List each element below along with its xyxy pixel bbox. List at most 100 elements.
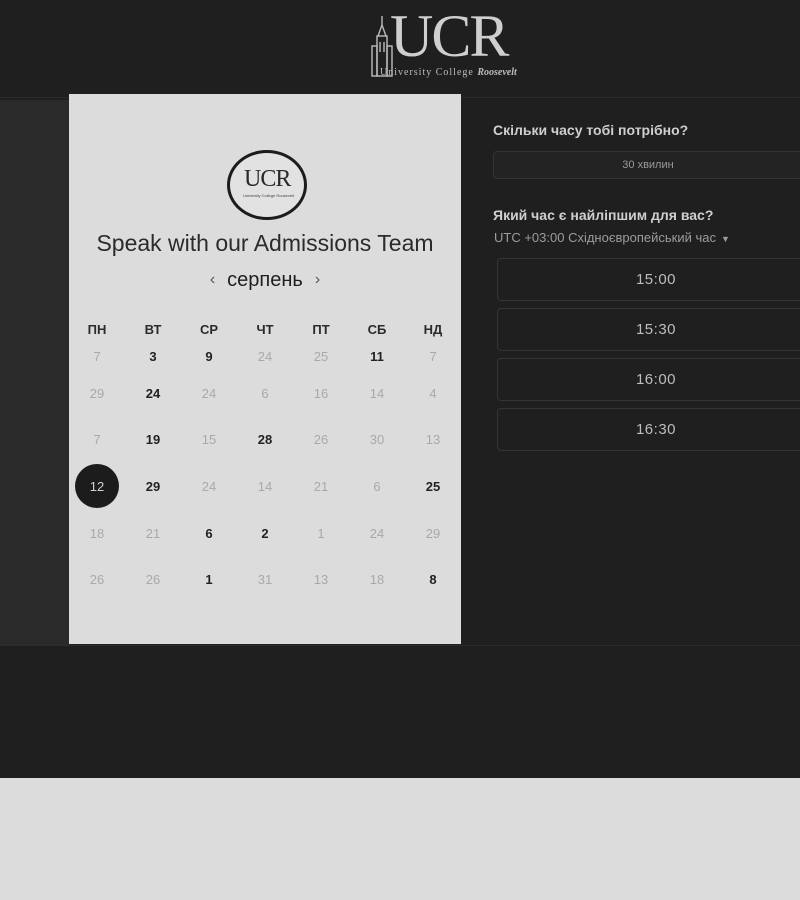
calendar-day-unavailable: 4 xyxy=(405,370,461,417)
calendar-day-number: 21 xyxy=(145,525,161,541)
calendar-day-unavailable: 31 xyxy=(237,556,293,603)
calendar-day-unavailable: 16 xyxy=(293,370,349,417)
timezone-dropdown[interactable]: UTC +03:00 Східноєвропейський час ▼ xyxy=(494,230,730,245)
calendar-day-number: 7 xyxy=(93,432,101,448)
time-question: Який час є найліпшим для вас? xyxy=(493,207,714,223)
time-slot-label: 15:00 xyxy=(635,271,677,288)
calendar-day-number: 14 xyxy=(369,385,385,401)
calendar-day-selected[interactable]: 12 xyxy=(69,463,125,510)
calendar-day-number: 28 xyxy=(257,432,273,448)
time-slot-label: 15:30 xyxy=(635,321,677,338)
calendar-day-number: 1 xyxy=(317,525,325,541)
calendar-day-unavailable: 25 xyxy=(293,342,349,370)
calendar-week-row: 26 26 1 31 13 18 8 xyxy=(69,556,461,603)
calendar-day-unavailable: 24 xyxy=(237,342,293,370)
calendar-day-unavailable: 1 xyxy=(293,510,349,557)
calendar-day-unavailable: 29 xyxy=(405,510,461,557)
calendar-day-available[interactable]: 19 xyxy=(125,417,181,464)
calendar-day-available[interactable]: 6 xyxy=(181,510,237,557)
calendar-day-unavailable: 14 xyxy=(237,463,293,510)
calendar-day-number: 29 xyxy=(145,478,161,494)
calendar-day-number: 6 xyxy=(205,525,213,541)
calendar-day-number: 25 xyxy=(425,478,441,494)
calendar-day-available[interactable]: 24 xyxy=(125,370,181,417)
calendar-day-number: 19 xyxy=(145,432,161,448)
ucr-badge-logo: UCR University College Roosevelt xyxy=(227,150,307,220)
calendar-day-available[interactable]: 1 xyxy=(181,556,237,603)
time-slot-button[interactable]: 16:00 xyxy=(497,358,800,401)
calendar-day-number: 16 xyxy=(313,385,329,401)
calendar-day-number: 29 xyxy=(425,525,441,541)
timezone-label: UTC +03:00 Східноєвропейський час xyxy=(494,230,716,245)
duration-question: Скільки часу тобі потрібно? xyxy=(493,122,689,138)
calendar-day-number: 18 xyxy=(89,525,105,541)
calendar-day-unavailable: 24 xyxy=(181,463,237,510)
calendar-days: 7 3 9 24 25 11 7 29 24 24 6 16 14 4 7 19 15 28 26 30 13 12 29 2… xyxy=(69,342,461,603)
calendar-grid: ПН ВТ СР ЧТ ПТ СБ НД 7 3 9 24 25 11 7 29 24 24 6 16 14 4 7 19… xyxy=(69,316,461,603)
calendar-day-number: 26 xyxy=(313,432,329,448)
lower-dark-band xyxy=(0,645,800,779)
calendar-day-unavailable: 6 xyxy=(237,370,293,417)
calendar-day-number: 30 xyxy=(369,432,385,448)
calendar-week-row: 29 24 24 6 16 14 4 xyxy=(69,370,461,417)
calendar-day-unavailable: 7 xyxy=(405,342,461,370)
month-label: серпень xyxy=(227,269,303,291)
calendar-day-number: 1 xyxy=(205,572,213,588)
calendar-day-number: 18 xyxy=(369,572,385,588)
calendar-day-unavailable: 13 xyxy=(405,417,461,464)
ucr-logo[interactable]: UCR University College Roosevelt xyxy=(368,6,558,82)
calendar-day-number: 24 xyxy=(201,478,217,494)
time-slot-button[interactable]: 16:30 xyxy=(497,408,800,451)
calendar-day-number: 15 xyxy=(201,432,217,448)
calendar-day-unavailable: 18 xyxy=(69,510,125,557)
calendar-day-available[interactable]: 8 xyxy=(405,556,461,603)
calendar-day-available[interactable]: 25 xyxy=(405,463,461,510)
calendar-day-unavailable: 24 xyxy=(181,370,237,417)
calendar-day-number: 24 xyxy=(201,385,217,401)
calendar-day-unavailable: 15 xyxy=(181,417,237,464)
calendar-day-number: 24 xyxy=(369,525,385,541)
calendar-day-unavailable: 26 xyxy=(293,417,349,464)
calendar-card: UCR University College Roosevelt Speak w… xyxy=(69,94,461,644)
calendar-day-unavailable: 13 xyxy=(293,556,349,603)
time-slot-label: 16:00 xyxy=(635,371,677,388)
calendar-week-row: 18 21 6 2 1 24 29 xyxy=(69,510,461,557)
calendar-day-unavailable: 24 xyxy=(349,510,405,557)
calendar-day-unavailable: 6 xyxy=(349,463,405,510)
calendar-day-number: 26 xyxy=(89,572,105,588)
calendar-day-unavailable: 26 xyxy=(69,556,125,603)
time-slot-button[interactable]: 15:00 xyxy=(497,258,800,301)
calendar-day-available[interactable]: 28 xyxy=(237,417,293,464)
calendar-day-available[interactable]: 9 xyxy=(181,342,237,370)
calendar-day-number: 6 xyxy=(261,385,269,401)
calendar-day-unavailable: 29 xyxy=(69,370,125,417)
badge-subtitle: University College Roosevelt xyxy=(243,193,295,198)
calendar-day-number: 2 xyxy=(261,525,269,541)
calendar-day-number: 13 xyxy=(313,572,329,588)
logo-subtitle: University College Roosevelt xyxy=(380,67,517,78)
calendar-day-number: 14 xyxy=(257,478,273,494)
calendar-day-number: 12 xyxy=(75,464,119,509)
calendar-day-number: 31 xyxy=(257,572,273,588)
calendar-day-number: 6 xyxy=(373,478,381,494)
logo-subtitle-italic: Roosevelt xyxy=(477,67,517,78)
site-header: UCR University College Roosevelt xyxy=(0,0,800,98)
page-title: Speak with our Admissions Team xyxy=(96,230,434,256)
time-slot-button[interactable]: 15:30 xyxy=(497,308,800,351)
calendar-day-unavailable: 30 xyxy=(349,417,405,464)
calendar-week-row: 12 29 24 14 21 6 25 xyxy=(69,463,461,510)
calendar-day-unavailable: 18 xyxy=(349,556,405,603)
calendar-day-available[interactable]: 3 xyxy=(125,342,181,370)
calendar-day-available[interactable]: 2 xyxy=(237,510,293,557)
chevron-left-icon[interactable]: ‹ xyxy=(210,271,215,289)
left-side-strip xyxy=(0,100,69,645)
logo-text: UCR xyxy=(390,3,509,69)
duration-select[interactable]: 30 хвилин xyxy=(493,151,800,179)
chevron-right-icon[interactable]: › xyxy=(315,271,320,289)
duration-value: 30 хвилин xyxy=(622,159,674,171)
calendar-day-unavailable: 21 xyxy=(293,463,349,510)
calendar-day-unavailable: 14 xyxy=(349,370,405,417)
caret-down-icon: ▼ xyxy=(720,234,730,244)
calendar-day-available[interactable]: 29 xyxy=(125,463,181,510)
calendar-day-available[interactable]: 11 xyxy=(349,342,405,370)
